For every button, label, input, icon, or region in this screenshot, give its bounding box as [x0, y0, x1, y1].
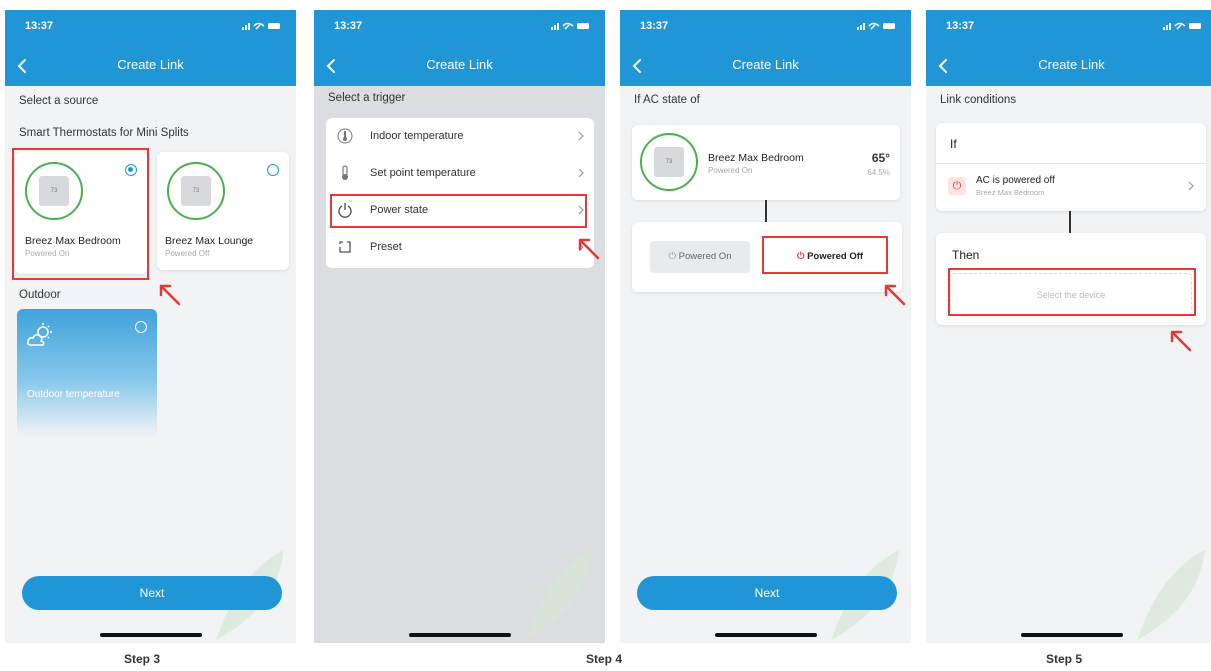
device-card-lounge[interactable]: 73 Breez Max Lounge Powered Off — [157, 152, 289, 270]
highlight-box — [12, 148, 149, 280]
power-icon: ⏻ — [948, 177, 966, 195]
if-title: If — [950, 137, 957, 151]
home-indicator — [100, 633, 202, 637]
outdoor-group-title: Outdoor — [19, 289, 61, 301]
group-title: Smart Thermostats for Mini Splits — [19, 127, 189, 139]
device-status: Powered On — [708, 166, 753, 175]
pointer-arrow-icon — [159, 284, 181, 306]
next-button[interactable]: Next — [22, 576, 282, 610]
device-name: Breez Max Lounge — [165, 235, 254, 247]
thermostat-device-icon: 73 — [167, 162, 225, 220]
page-heading: Select a source — [19, 95, 99, 107]
nav-title: Create Link — [426, 57, 493, 72]
step-label-3: Step 3 — [124, 652, 161, 666]
thermostat-device-icon: 73 — [640, 133, 698, 191]
highlight-box — [762, 236, 888, 274]
status-time: 13:37 — [946, 20, 975, 32]
status-time: 13:37 — [25, 20, 54, 32]
trigger-list: Indoor temperature Set point temperature… — [326, 118, 594, 268]
status-time: 13:37 — [640, 20, 669, 32]
status-time: 13:37 — [334, 20, 363, 32]
thermometer-icon — [337, 128, 353, 144]
phone-screen-ac-state: 13:37 Create Link If AC state of 73 Bree… — [620, 10, 911, 643]
highlight-box — [330, 194, 587, 228]
device-status: Powered Off — [165, 249, 210, 258]
temperature-value: 65° — [871, 151, 890, 165]
step-label-4: Step 4 — [586, 652, 623, 666]
nav-bar: Create Link — [926, 46, 1211, 86]
pointer-arrow-icon — [1170, 330, 1192, 352]
selected-device-card: 73 Breez Max Bedroom Powered On 65° 64.5… — [632, 125, 900, 200]
signal-wifi-battery-icon — [1163, 22, 1202, 31]
outdoor-card-label: Outdoor temperature — [27, 389, 120, 400]
radio-unselected[interactable] — [135, 321, 147, 333]
trigger-item-preset[interactable]: Preset — [326, 229, 594, 266]
condition-row[interactable]: ⏻ AC is powered off Breez Max Bedroom — [936, 164, 1206, 210]
then-title: Then — [952, 248, 980, 262]
phone-screen-select-trigger: 13:37 Create Link Select a trigger Indoo… — [314, 10, 605, 643]
nav-title: Create Link — [1038, 57, 1105, 72]
chevron-right-icon — [578, 131, 584, 141]
status-bar: 13:37 — [926, 10, 1211, 46]
flow-connector — [1069, 211, 1071, 233]
step-label-5: Step 5 — [1046, 652, 1083, 666]
highlight-box — [948, 268, 1196, 316]
radio-unselected[interactable] — [267, 164, 279, 176]
condition-title: AC is powered off — [976, 175, 1055, 186]
device-name: Breez Max Bedroom — [708, 152, 804, 164]
signal-wifi-battery-icon — [242, 22, 281, 31]
pointer-arrow-icon — [884, 284, 906, 306]
home-indicator — [1021, 633, 1123, 637]
powered-on-option[interactable]: ⏻ Powered On — [650, 241, 750, 273]
status-bar: 13:37 — [5, 10, 296, 46]
preset-icon — [339, 241, 351, 253]
nav-bar: Create Link — [620, 46, 911, 86]
pointer-arrow-icon — [578, 238, 600, 260]
trigger-item-set-point-temperature[interactable]: Set point temperature — [326, 155, 594, 192]
trigger-item-indoor-temperature[interactable]: Indoor temperature — [326, 118, 594, 155]
nav-bar: Create Link — [5, 46, 296, 86]
outdoor-temperature-card[interactable]: Outdoor temperature — [17, 309, 157, 437]
next-button[interactable]: Next — [637, 576, 897, 610]
thermostat-setpoint-icon — [342, 165, 348, 180]
nav-bar: Create Link — [314, 46, 605, 86]
phone-screen-select-source: 13:37 Create Link Select a source Smart … — [5, 10, 296, 643]
humidity-value: 64.5% — [867, 168, 890, 177]
home-indicator — [715, 633, 817, 637]
nav-title: Create Link — [117, 57, 184, 72]
power-icon: ⏻ — [668, 251, 679, 262]
trigger-label: Indoor temperature — [370, 130, 464, 142]
trigger-label: Preset — [370, 241, 402, 253]
chevron-right-icon — [578, 168, 584, 178]
signal-wifi-battery-icon — [857, 22, 896, 31]
flow-connector — [765, 200, 767, 222]
phone-screen-link-conditions: 13:37 Create Link Link conditions If ⏻ A… — [926, 10, 1211, 643]
status-bar: 13:37 — [620, 10, 911, 46]
status-bar: 13:37 — [314, 10, 605, 46]
page-heading: Link conditions — [940, 94, 1017, 106]
cloud-sun-icon — [27, 323, 52, 346]
condition-device: Breez Max Bedroom — [976, 188, 1045, 197]
signal-wifi-battery-icon — [551, 22, 590, 31]
page-heading: If AC state of — [634, 94, 700, 106]
if-condition-card: If ⏻ AC is powered off Breez Max Bedroom — [936, 123, 1206, 211]
leaf-decoration-icon — [525, 550, 593, 640]
page-heading: Select a trigger — [328, 92, 406, 104]
trigger-label: Set point temperature — [370, 167, 476, 179]
chevron-right-icon — [1188, 181, 1194, 191]
home-indicator — [409, 633, 511, 637]
nav-title: Create Link — [732, 57, 799, 72]
leaf-decoration-icon — [1137, 550, 1205, 640]
